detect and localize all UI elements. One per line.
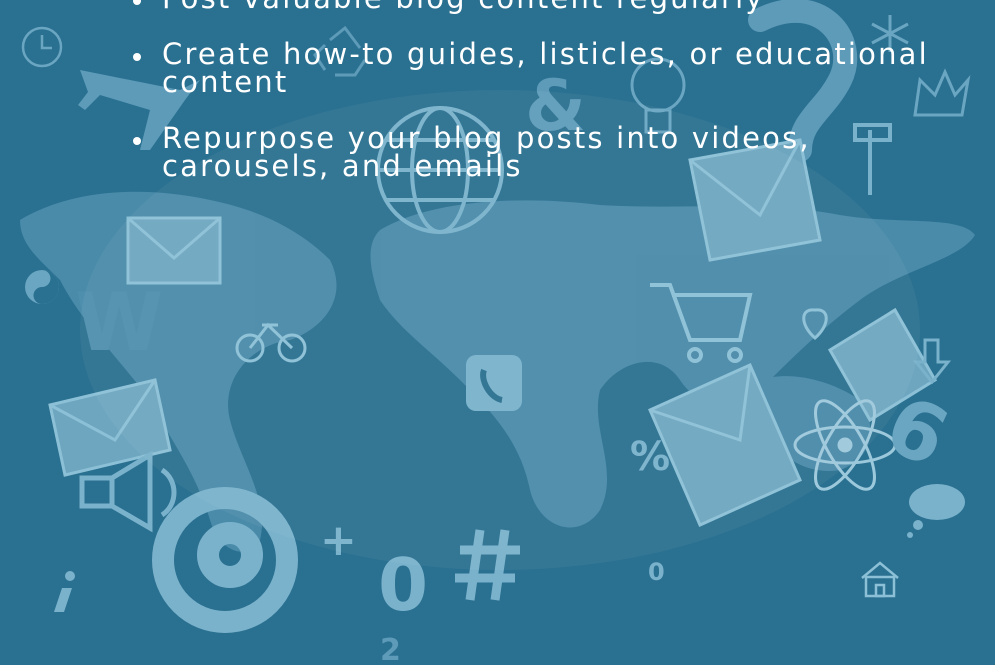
bullet-dot (133, 137, 141, 145)
bullet-text: Create how-to guides, listicles, or educ… (162, 37, 929, 99)
bullet-text: Repurpose your blog posts into videos, c… (162, 121, 811, 183)
bullet-dot (133, 0, 141, 5)
bullet-item-blog-content: Post valuable blog content regularly (130, 0, 930, 15)
bullet-item-repurpose: Repurpose your blog posts into videos, c… (130, 121, 930, 183)
bullet-text: Post valuable blog content regularly (162, 0, 765, 15)
content-overlay: Post valuable blog content regularly Cre… (0, 0, 995, 665)
bullet-dot (133, 53, 141, 61)
bullet-item-guides: Create how-to guides, listicles, or educ… (130, 37, 930, 99)
bullet-list: Post valuable blog content regularly Cre… (130, 0, 930, 208)
